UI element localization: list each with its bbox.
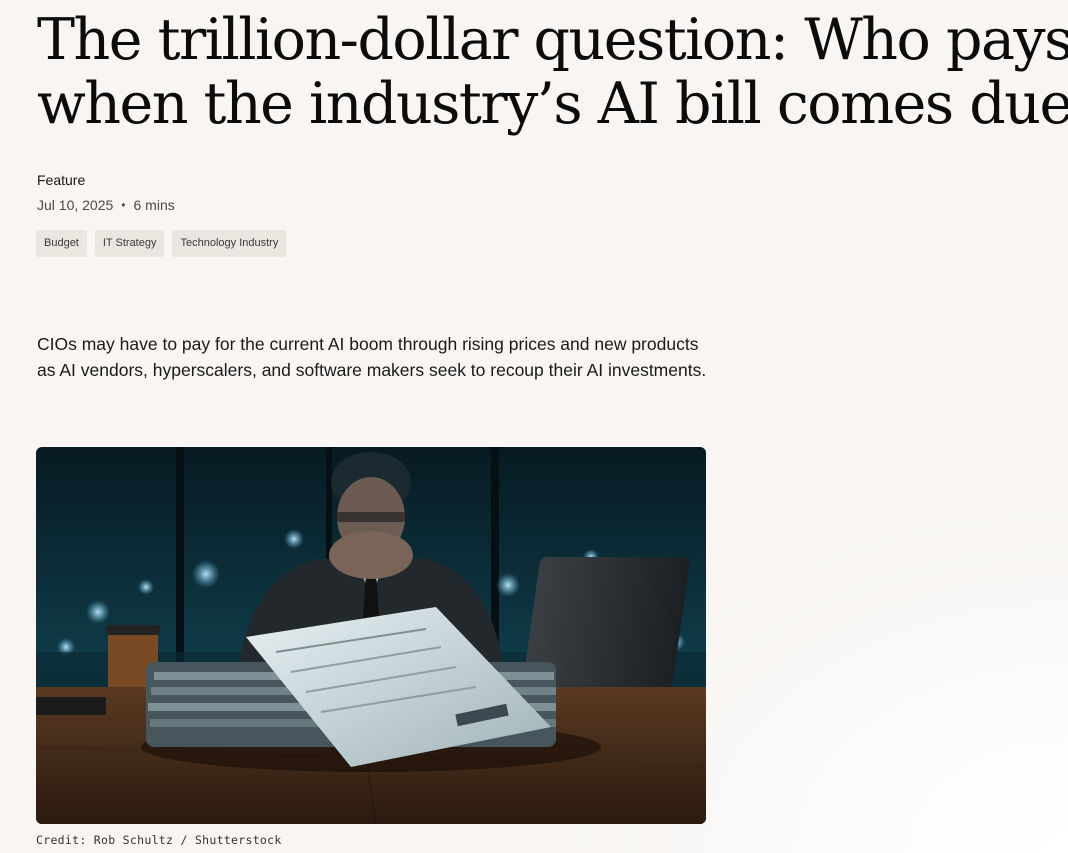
hero-image-illustration — [36, 447, 706, 824]
article-summary: CIOs may have to pay for the current AI … — [37, 334, 707, 380]
tag-list: Budget IT Strategy Technology Industry — [36, 230, 287, 257]
tag-technology-industry[interactable]: Technology Industry — [172, 230, 287, 257]
hero-image — [36, 447, 706, 824]
headline-line-1: The trillion-dollar question: Who pays — [37, 7, 1068, 73]
article-headline: The trillion-dollar question: Who pays w… — [37, 8, 1068, 136]
meta-separator: • — [121, 198, 126, 212]
image-credit: Credit: Rob Schultz / Shutterstock — [36, 833, 282, 847]
article-kicker[interactable]: Feature — [37, 172, 85, 188]
tag-budget[interactable]: Budget — [36, 230, 87, 257]
publish-date: Jul 10, 2025 — [37, 197, 114, 213]
article-meta: Jul 10, 2025 • 6 mins — [37, 197, 175, 213]
read-time: 6 mins — [133, 197, 175, 213]
tag-it-strategy[interactable]: IT Strategy — [94, 230, 165, 257]
headline-line-2: when the industry’s AI bill comes due? — [37, 71, 1068, 137]
